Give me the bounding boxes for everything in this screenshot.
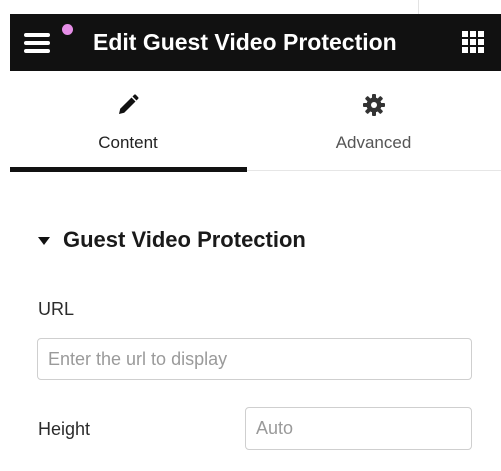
section-title: Guest Video Protection [63, 227, 306, 252]
hamburger-menu-icon[interactable] [24, 30, 50, 56]
notification-dot [62, 24, 73, 35]
pencil-icon [116, 93, 140, 122]
tab-content-label: Content [98, 133, 158, 152]
tab-advanced[interactable]: Advanced [246, 71, 501, 170]
panel-title: Edit Guest Video Protection [93, 29, 397, 55]
panel-tabs: Content Advanced [10, 71, 501, 172]
caret-down-icon [38, 237, 50, 245]
url-label: URL [38, 299, 75, 319]
height-input[interactable] [245, 407, 472, 450]
height-label: Height [38, 419, 91, 439]
panel-header: Edit Guest Video Protection [10, 14, 501, 71]
gear-icon [362, 93, 386, 122]
top-panel-edge [0, 0, 419, 14]
tab-content[interactable]: Content [10, 71, 246, 170]
grid-apps-icon[interactable] [462, 31, 484, 53]
section-toggle[interactable]: Guest Video Protection [38, 224, 306, 256]
url-input[interactable] [37, 338, 472, 380]
active-tab-indicator [10, 167, 247, 172]
tab-advanced-label: Advanced [335, 133, 412, 152]
